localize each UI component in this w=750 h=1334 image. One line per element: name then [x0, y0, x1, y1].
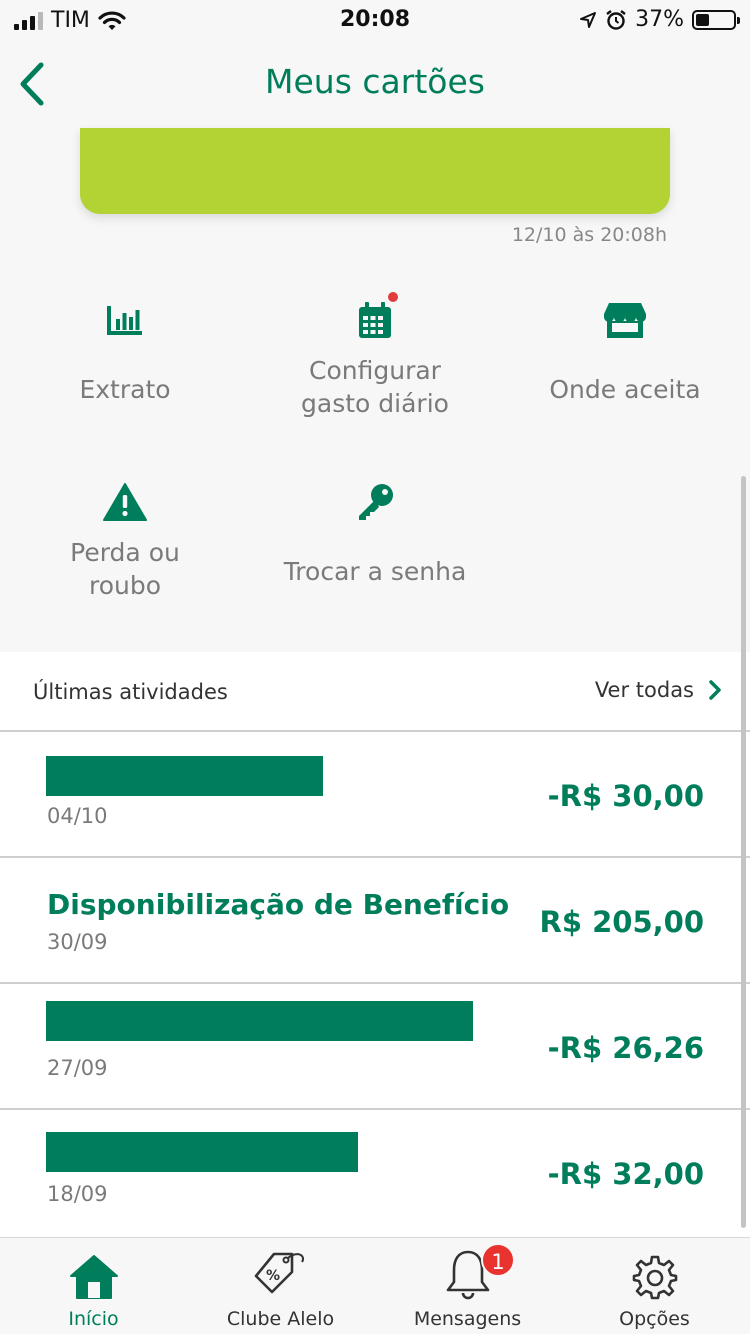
action-label: Extrato — [79, 375, 171, 404]
activities-panel: Últimas atividades Ver todas 04/10 -R$ 3… — [0, 652, 750, 1237]
key-icon — [359, 484, 393, 520]
activity-date: 04/10 — [47, 804, 108, 828]
tab-clube-alelo[interactable]: % Clube Alelo — [187, 1238, 374, 1334]
battery-percent: 37% — [635, 7, 684, 32]
notification-badge: 1 — [481, 1243, 515, 1277]
page-title: Meus cartões — [265, 62, 485, 101]
tab-label: Clube Alelo — [226, 1308, 335, 1330]
action-trocar-senha[interactable]: Trocar a senha — [250, 478, 500, 588]
tab-inicio[interactable]: Início — [0, 1238, 187, 1334]
chevron-right-icon — [709, 680, 721, 700]
gear-icon — [632, 1255, 677, 1300]
status-right: 37% — [579, 7, 740, 32]
activity-row[interactable]: Disponibilização de Benefício 30/09 R$ 2… — [0, 858, 750, 984]
activities-title: Últimas atividades — [33, 680, 228, 704]
redacted-description — [46, 1132, 358, 1172]
tab-mensagens[interactable]: 1 Mensagens — [374, 1238, 561, 1334]
battery-icon — [692, 9, 740, 30]
benefit-card[interactable] — [80, 128, 670, 214]
card-timestamp: 12/10 às 20:08h — [511, 224, 667, 246]
tab-label: Início — [68, 1308, 119, 1330]
store-icon — [604, 303, 646, 338]
activity-date: 27/09 — [47, 1056, 108, 1080]
redacted-description — [46, 1001, 473, 1041]
tab-label: Opções — [619, 1308, 690, 1330]
activities-header: Últimas atividades Ver todas — [0, 652, 750, 732]
activity-amount: -R$ 26,26 — [547, 1031, 704, 1065]
notification-dot — [386, 290, 400, 304]
see-all-label: Ver todas — [594, 678, 694, 702]
calendar-icon — [359, 302, 391, 338]
action-label: Trocar a senha — [283, 557, 467, 586]
status-bar: TIM 20:08 37% — [0, 0, 750, 40]
action-label: Configurar gasto diário — [301, 356, 449, 418]
bottom-tab-bar: Início % Clube Alelo 1 Mensagens Opções — [0, 1237, 750, 1334]
location-arrow-icon — [580, 11, 597, 28]
action-configurar-gasto[interactable]: Configurar gasto diário — [250, 290, 500, 420]
activity-amount: -R$ 32,00 — [547, 1157, 704, 1191]
action-label: Perda ou roubo — [70, 538, 180, 600]
svg-text:%: % — [266, 1268, 280, 1284]
activity-amount: -R$ 30,00 — [547, 779, 704, 813]
activity-date: 18/09 — [47, 1182, 108, 1206]
alarm-icon — [606, 9, 626, 30]
activity-row[interactable]: 27/09 -R$ 26,26 — [0, 984, 750, 1110]
home-icon — [69, 1255, 118, 1299]
tab-opcoes[interactable]: Opções — [561, 1238, 748, 1334]
discount-tag-icon: % — [254, 1252, 304, 1294]
action-extrato[interactable]: Extrato — [0, 296, 250, 406]
activity-description: Disponibilização de Benefício — [47, 888, 510, 921]
see-all-link[interactable]: Ver todas — [595, 678, 722, 702]
activity-row[interactable]: 04/10 -R$ 30,00 — [0, 732, 750, 858]
scrollbar[interactable] — [741, 476, 746, 1228]
redacted-description — [46, 756, 323, 796]
action-label: Onde aceita — [549, 375, 701, 404]
tab-label: Mensagens — [413, 1308, 522, 1330]
activity-row[interactable]: 18/09 -R$ 32,00 — [0, 1110, 750, 1236]
warning-icon — [103, 483, 147, 521]
action-onde-aceita[interactable]: Onde aceita — [500, 296, 750, 406]
activity-amount: R$ 205,00 — [539, 905, 704, 939]
bar-chart-icon — [107, 306, 142, 335]
top-header: Meus cartões — [0, 40, 750, 128]
battery-level — [696, 13, 710, 26]
activity-date: 30/09 — [47, 930, 108, 954]
action-perda-roubo[interactable]: Perda ou roubo — [0, 478, 250, 602]
